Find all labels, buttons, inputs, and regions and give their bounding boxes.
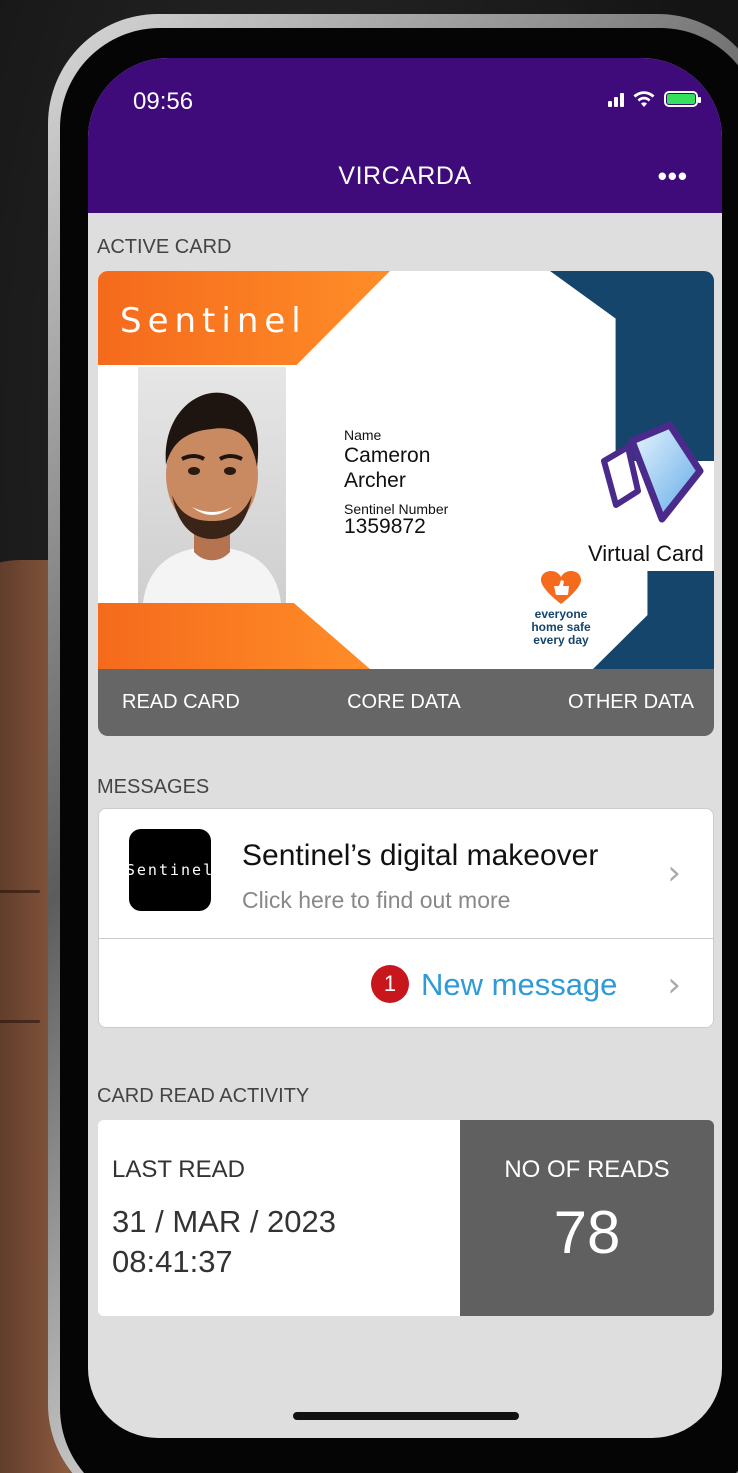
status-icons — [608, 90, 701, 108]
message-subtitle: Click here to find out more — [242, 887, 511, 913]
card-face: Sentinel Name Cameron Archer Sentinel Nu… — [98, 271, 714, 669]
more-options-button[interactable]: ••• — [658, 161, 688, 192]
reads-label: NO OF READS — [504, 1156, 670, 1183]
card-photo — [138, 367, 286, 603]
messages-panel: Sentinel Sentinel’s digital makeover Cli… — [98, 808, 714, 1028]
wifi-icon — [633, 91, 655, 107]
slogan-line: every day — [533, 633, 589, 647]
chevron-right-icon: › — [667, 853, 681, 893]
new-message-row[interactable]: 1 New message › — [99, 939, 713, 1027]
name-label: Name — [344, 427, 382, 443]
active-card[interactable]: Sentinel Name Cameron Archer Sentinel Nu… — [98, 271, 714, 736]
chevron-right-icon: › — [667, 965, 681, 1005]
app-header: 09:56 VIRCARDA ••• — [88, 58, 722, 213]
signal-icon — [608, 91, 624, 107]
last-read-panel: LAST READ 31 / MAR / 2023 08:41:37 — [98, 1120, 460, 1316]
unread-count-badge: 1 — [371, 965, 409, 1003]
new-message-link: New message — [421, 967, 618, 1002]
virtual-card-label: Virtual Card — [588, 541, 704, 566]
phone-screen: 09:56 VIRCARDA ••• ACTIVE CARD Sentinel — [88, 58, 722, 1438]
reads-value: 78 — [553, 1199, 621, 1266]
stage: 09:56 VIRCARDA ••• ACTIVE CARD Sentinel — [0, 0, 738, 1473]
card-read-activity: LAST READ 31 / MAR / 2023 08:41:37 NO OF… — [98, 1120, 714, 1316]
sentinel-app-icon: Sentinel — [126, 829, 212, 911]
message-item[interactable]: Sentinel Sentinel’s digital makeover Cli… — [99, 809, 713, 939]
person-photo — [143, 392, 281, 603]
read-card-button[interactable]: READ CARD — [122, 691, 240, 714]
card-read-activity-label: CARD READ ACTIVITY — [97, 1085, 310, 1107]
last-read-label: LAST READ — [112, 1156, 245, 1183]
status-time: 09:56 — [133, 88, 194, 115]
app-title: VIRCARDA — [338, 162, 472, 190]
last-name: Archer — [344, 469, 406, 492]
card-orange-bottom — [98, 603, 370, 669]
message-title: Sentinel’s digital makeover — [242, 839, 599, 872]
last-read-time: 08:41:37 — [112, 1244, 233, 1279]
virtual-card-logo-icon — [601, 421, 704, 523]
last-read-date: 31 / MAR / 2023 — [112, 1204, 337, 1239]
heart-thumb-icon — [541, 571, 581, 604]
battery-icon — [664, 91, 701, 107]
sentinel-number: 1359872 — [344, 515, 426, 538]
home-indicator[interactable] — [293, 1412, 519, 1420]
hand-crease — [0, 890, 40, 893]
active-card-label: ACTIVE CARD — [97, 236, 232, 258]
card-info: Name Cameron Archer Sentinel Number 1359… — [344, 427, 448, 537]
reads-panel: NO OF READS 78 — [460, 1120, 714, 1316]
card-actions: READ CARD CORE DATA OTHER DATA — [98, 669, 714, 736]
messages-label: MESSAGES — [97, 776, 210, 798]
slogan-logo: everyone home safe every day — [521, 571, 601, 647]
hand-crease — [0, 1020, 40, 1023]
other-data-button[interactable]: OTHER DATA — [568, 691, 694, 714]
card-brand: Sentinel — [120, 301, 307, 341]
first-name: Cameron — [344, 444, 431, 467]
card-navy-bottom — [593, 571, 714, 669]
core-data-button[interactable]: CORE DATA — [347, 691, 461, 714]
